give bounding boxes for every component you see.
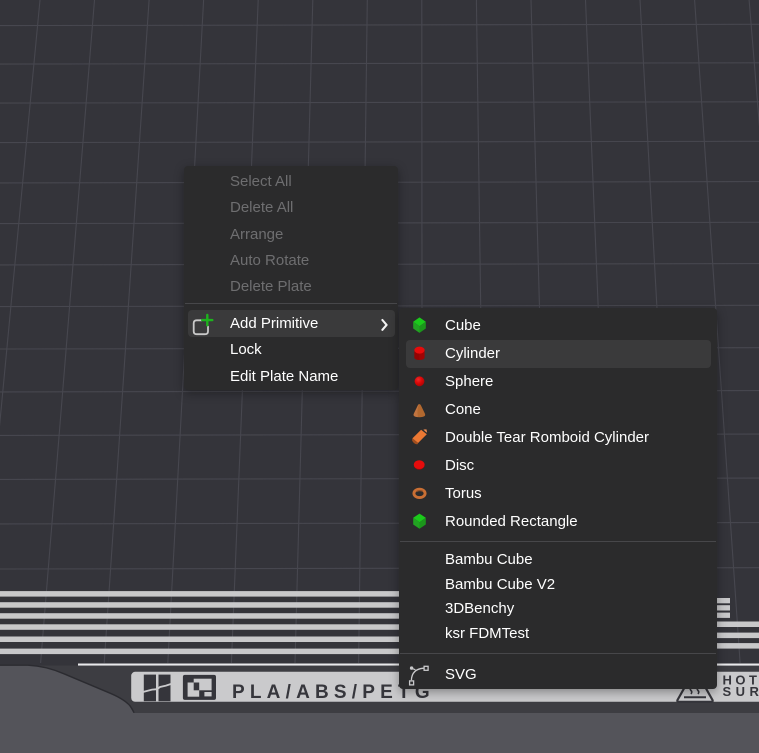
svg-text:SURFACE: SURFACE bbox=[723, 684, 759, 699]
